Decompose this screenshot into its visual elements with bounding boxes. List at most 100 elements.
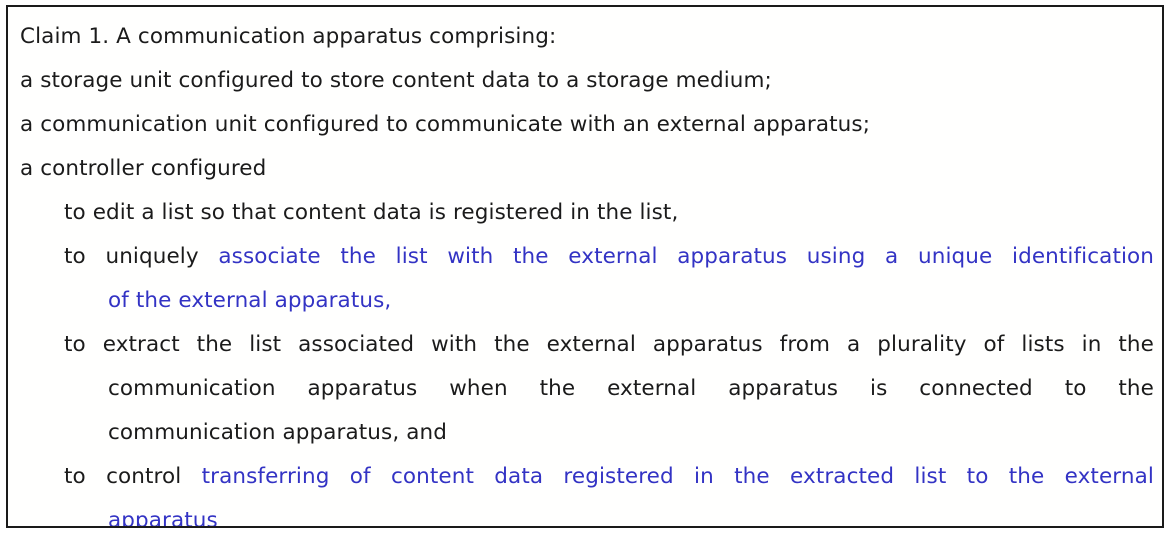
claim-text-box: Claim 1. A communication apparatus compr… bbox=[6, 5, 1164, 528]
word-space bbox=[1101, 323, 1118, 367]
word-space bbox=[887, 367, 919, 411]
claim-word: identification bbox=[1012, 244, 1155, 269]
word-space bbox=[1004, 323, 1021, 367]
claim-word: list bbox=[249, 332, 282, 357]
claim-word: to bbox=[64, 244, 86, 269]
claim-word: the bbox=[196, 332, 233, 357]
word-space bbox=[714, 455, 734, 499]
claim-word: a bbox=[885, 244, 899, 269]
claim-line-5: to edit a list so that content data is r… bbox=[64, 200, 679, 225]
claim-word: data bbox=[494, 464, 544, 489]
claim-word: is bbox=[870, 376, 888, 401]
claim-line-4: a controller configured bbox=[20, 156, 267, 181]
word-space bbox=[549, 235, 569, 279]
claim-word: to bbox=[64, 464, 86, 489]
word-space bbox=[946, 455, 966, 499]
claim-word: of bbox=[983, 332, 1005, 357]
claim-word: transferring bbox=[201, 464, 330, 489]
word-space bbox=[992, 235, 1012, 279]
word-space bbox=[474, 455, 494, 499]
word-space bbox=[181, 455, 201, 499]
claim-line-12: apparatus bbox=[108, 508, 218, 528]
word-space bbox=[321, 235, 341, 279]
claim-word: to bbox=[966, 464, 989, 489]
claim-word: uniquely bbox=[105, 244, 199, 269]
claim-word: communication bbox=[108, 376, 276, 401]
word-space bbox=[1065, 323, 1082, 367]
claim-word: list bbox=[914, 464, 947, 489]
claim-word: apparatus bbox=[307, 376, 418, 401]
claim-word: the bbox=[1008, 464, 1045, 489]
word-space bbox=[787, 235, 807, 279]
claim-line-11: to control transferring of content data regist… bbox=[64, 455, 1154, 499]
word-space bbox=[763, 323, 780, 367]
claim-word: in bbox=[1081, 332, 1102, 357]
claim-word: using bbox=[806, 244, 866, 269]
word-space bbox=[860, 323, 877, 367]
claim-line-6: to uniquely associate the list with the externa… bbox=[64, 235, 1154, 279]
claim-word: of bbox=[349, 464, 371, 489]
claim-word: connected bbox=[919, 376, 1033, 401]
word-space bbox=[658, 235, 678, 279]
claim-word: to bbox=[64, 332, 86, 357]
claim-word: external bbox=[607, 376, 697, 401]
claim-word: external bbox=[568, 244, 658, 269]
word-space bbox=[1086, 367, 1118, 411]
word-space bbox=[508, 367, 540, 411]
claim-word: with bbox=[447, 244, 494, 269]
claim-word: extract bbox=[102, 332, 180, 357]
word-space bbox=[428, 235, 448, 279]
claim-word: a bbox=[847, 332, 861, 357]
claim-word: apparatus bbox=[728, 376, 839, 401]
word-space bbox=[575, 367, 607, 411]
claim-word: the bbox=[494, 332, 530, 357]
claim-line-8: to extract the list associated with the externa… bbox=[64, 323, 1154, 367]
word-space bbox=[543, 455, 563, 499]
word-space bbox=[696, 367, 728, 411]
word-space bbox=[770, 455, 790, 499]
word-space bbox=[86, 323, 103, 367]
word-space bbox=[417, 367, 449, 411]
claim-word: to bbox=[1064, 376, 1087, 401]
word-space bbox=[894, 455, 914, 499]
claim-line-9: communication apparatus when the external app… bbox=[108, 367, 1154, 411]
word-space bbox=[967, 323, 984, 367]
word-space bbox=[281, 323, 298, 367]
claim-word: apparatus bbox=[677, 244, 788, 269]
claim-word: external bbox=[1064, 464, 1154, 489]
word-space bbox=[674, 455, 694, 499]
claim-word: the bbox=[1118, 376, 1154, 401]
claim-word: registered bbox=[563, 464, 674, 489]
word-space bbox=[477, 323, 494, 367]
word-space bbox=[530, 323, 547, 367]
word-space bbox=[865, 235, 885, 279]
word-space bbox=[86, 235, 106, 279]
claim-body: Claim 1. A communication apparatus compr… bbox=[20, 15, 1154, 528]
claim-word: from bbox=[779, 332, 831, 357]
claim-word: the bbox=[513, 244, 549, 269]
claim-line-3: a communication unit configured to commu… bbox=[20, 112, 871, 137]
claim-word: extracted bbox=[790, 464, 895, 489]
claim-word: the bbox=[539, 376, 576, 401]
word-space bbox=[180, 323, 197, 367]
word-space bbox=[232, 323, 249, 367]
word-space bbox=[371, 455, 391, 499]
claim-word: with bbox=[431, 332, 478, 357]
word-space bbox=[636, 323, 653, 367]
claim-word: list bbox=[395, 244, 428, 269]
word-space bbox=[329, 455, 349, 499]
claim-word: control bbox=[106, 464, 182, 489]
word-space bbox=[1044, 455, 1064, 499]
word-space bbox=[493, 235, 513, 279]
claim-line-7: of the external apparatus, bbox=[108, 288, 392, 313]
claim-line-1: Claim 1. A communication apparatus compr… bbox=[20, 24, 557, 49]
word-space bbox=[276, 367, 308, 411]
word-space bbox=[199, 235, 219, 279]
word-space bbox=[830, 323, 847, 367]
claim-word: the bbox=[1118, 332, 1154, 357]
word-space bbox=[414, 323, 431, 367]
claim-word: lists bbox=[1021, 332, 1065, 357]
word-space bbox=[1033, 367, 1065, 411]
claim-word: associate bbox=[218, 244, 321, 269]
claim-word: when bbox=[449, 376, 508, 401]
